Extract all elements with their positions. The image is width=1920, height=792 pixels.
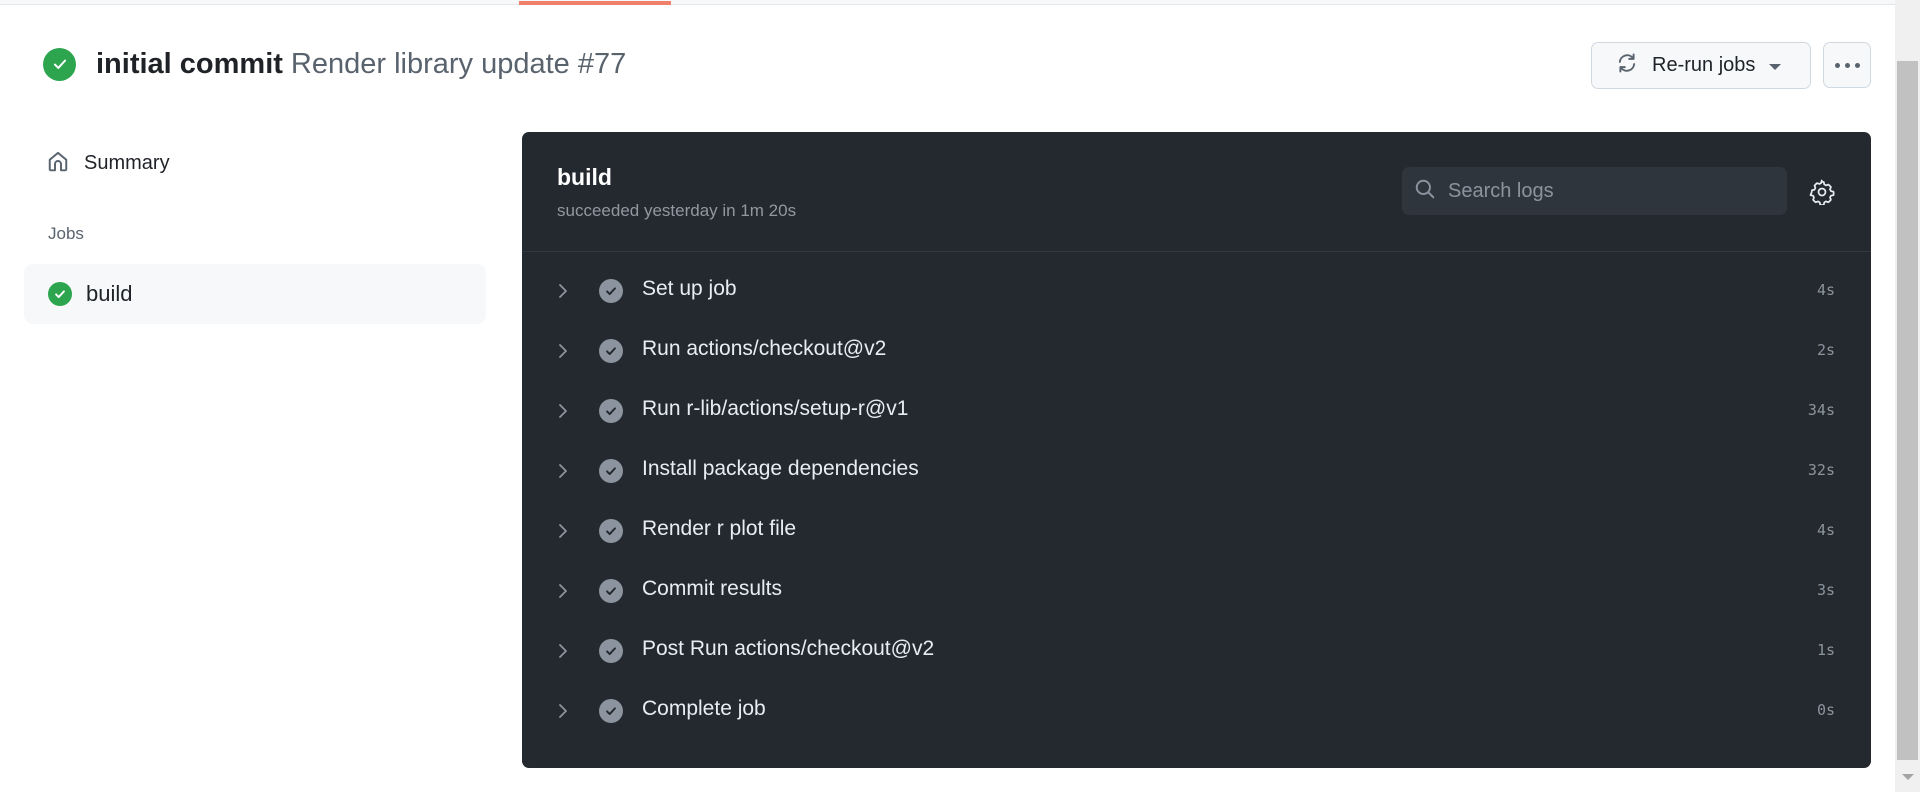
sidebar-job-label: build [86,281,133,306]
sync-icon [1616,52,1638,79]
step-name: Run r-lib/actions/setup-r@v1 [642,397,909,420]
job-status-subtitle: succeeded yesterday in 1m 20s [557,201,797,220]
step-duration: 34s [1807,401,1835,419]
sidebar-job-build[interactable]: build [24,264,486,324]
chevron-right-icon [559,344,567,358]
run-title: initial commit Render library update #77 [43,46,626,82]
job-log-panel: build succeeded yesterday in 1m 20s Set … [522,132,1871,768]
chevron-right-icon [559,464,567,478]
kebab-dot [1844,62,1850,68]
job-title: build [557,164,612,190]
step-duration: 4s [1816,281,1835,299]
page-scrollbar[interactable] [1895,0,1920,792]
success-check-icon [43,47,76,81]
rerun-jobs-label: Re-run jobs [1652,54,1756,76]
search-logs-field[interactable] [1402,167,1787,215]
step-success-icon [599,579,623,603]
job-step[interactable]: Run r-lib/actions/setup-r@v1 34s [522,381,1871,441]
job-step[interactable]: Install package dependencies 32s [522,441,1871,501]
chevron-right-icon [559,404,567,418]
step-success-icon [599,399,623,423]
step-duration: 0s [1816,701,1835,719]
step-success-icon [599,639,623,663]
scrollbar-thumb[interactable] [1897,61,1918,760]
step-name: Render r plot file [642,517,797,540]
chevron-right-icon [559,584,567,598]
top-nav-border [0,0,1895,5]
job-step[interactable]: Post Run actions/checkout@v2 1s [522,621,1871,681]
step-name: Commit results [642,577,783,600]
active-tab-indicator [519,1,671,5]
step-duration: 1s [1816,641,1835,659]
job-step[interactable]: Set up job 4s [522,261,1871,321]
step-success-icon [599,699,623,723]
commit-title: initial commit [96,47,283,80]
step-success-icon [599,279,623,303]
step-name: Post Run actions/checkout@v2 [642,637,935,660]
chevron-right-icon [559,524,567,538]
kebab-dot [1854,62,1860,68]
step-duration: 32s [1807,461,1835,479]
gear-icon [1809,179,1835,206]
search-logs-input[interactable] [1448,179,1768,203]
job-step[interactable]: Render r plot file 4s [522,501,1871,561]
step-success-icon [599,459,623,483]
step-duration: 2s [1816,341,1835,359]
jobs-heading: Jobs [48,224,84,243]
sidebar-item-summary[interactable]: Summary [46,148,170,178]
step-name: Install package dependencies [642,457,919,480]
job-panel-header: build succeeded yesterday in 1m 20s [522,132,1871,252]
step-name: Run actions/checkout@v2 [642,337,887,360]
step-name: Set up job [642,277,737,300]
success-check-icon [48,282,72,306]
sidebar-item-summary-label: Summary [84,151,170,174]
job-step[interactable]: Commit results 3s [522,561,1871,621]
more-options-button[interactable] [1823,42,1871,88]
kebab-dot [1834,62,1840,68]
search-icon [1414,178,1436,205]
step-success-icon [599,519,623,543]
workflow-run-title: Render library update #77 [290,47,627,80]
job-steps-list: Set up job 4s Run actions/checkout@v2 2s… [522,261,1871,741]
log-settings-button[interactable] [1809,179,1835,206]
rerun-jobs-button[interactable]: Re-run jobs [1591,42,1811,89]
home-icon [46,149,70,178]
step-duration: 4s [1816,521,1835,539]
step-duration: 3s [1816,581,1835,599]
chevron-right-icon [559,704,567,718]
chevron-right-icon [559,284,567,298]
step-name: Complete job [642,697,766,720]
job-step[interactable]: Complete job 0s [522,681,1871,741]
chevron-right-icon [559,644,567,658]
job-step[interactable]: Run actions/checkout@v2 2s [522,321,1871,381]
step-success-icon [599,339,623,363]
caret-down-icon [1769,64,1782,70]
scroll-down-arrow-icon[interactable] [1902,774,1914,780]
